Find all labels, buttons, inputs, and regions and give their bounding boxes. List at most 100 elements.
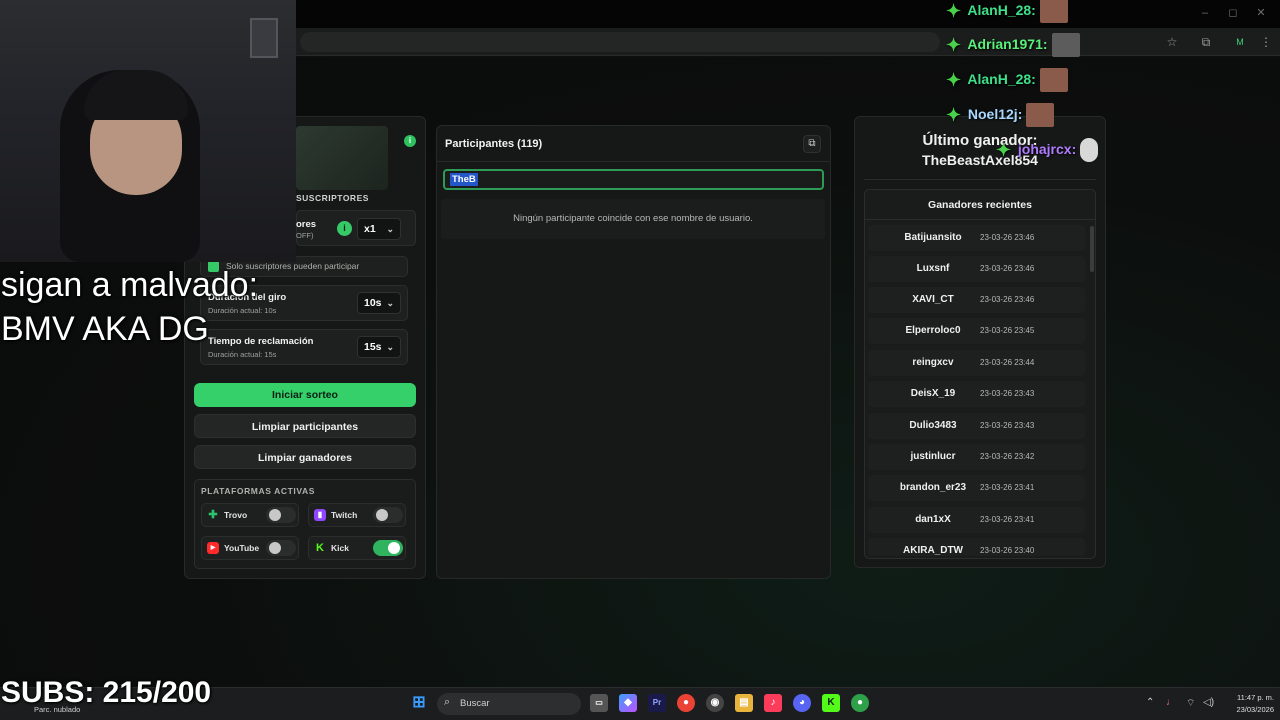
platform-trovo-toggle[interactable]	[266, 507, 296, 523]
divider	[436, 161, 831, 162]
winner-row: brandon_er23 23-03-26 23:41	[868, 475, 1085, 501]
browser-menu-icon[interactable]: ⋮	[1258, 34, 1274, 50]
winner-row: DeisX_19 23-03-26 23:43	[868, 381, 1085, 407]
windows-start-icon[interactable]: ⊞	[410, 694, 428, 712]
empty-results-message: Ningún participante coincide con ese nom…	[513, 213, 753, 224]
trovo-icon: ✚	[208, 509, 218, 521]
chevron-down-icon: ⌄	[386, 342, 394, 352]
multiplier-info-icon[interactable]: i	[337, 221, 352, 236]
wall-frame	[250, 18, 278, 58]
close-icon[interactable]: ✕	[1254, 6, 1268, 20]
extensions-icon[interactable]: ⧉	[1198, 34, 1214, 50]
volume-icon[interactable]: ◁)	[1203, 697, 1214, 708]
copy-icon[interactable]: ⧉	[803, 135, 821, 153]
platform-twitch-toggle[interactable]	[373, 507, 403, 523]
star-badge-icon: ✦	[946, 70, 962, 91]
streamer-hair	[84, 70, 188, 120]
recent-winners-title: Ganadores recientes	[928, 199, 1032, 211]
chrome-icon[interactable]: ●	[677, 694, 695, 712]
avatar-side-box	[390, 153, 416, 175]
microphone-icon[interactable]: ♩	[1166, 697, 1176, 708]
winner-row: reingxcv 23-03-26 23:44	[868, 350, 1085, 376]
platform-kick-label: Kick	[331, 543, 349, 553]
search-input-value: TheB	[450, 173, 478, 186]
taskbar-search-box[interactable]: ⌕ Buscar	[437, 693, 581, 715]
participants-title: Participantes (119)	[445, 138, 543, 150]
platform-twitch-label: Twitch	[331, 510, 358, 520]
winner-row: AKIRA_DTW 23-03-26 23:40	[868, 538, 1085, 556]
platforms-header: PLATAFORMAS ACTIVAS	[201, 486, 316, 496]
multiplier-subtitle: OFF)	[296, 231, 314, 240]
chevron-down-icon: ⌄	[386, 224, 394, 234]
star-badge-icon: ✦	[946, 1, 962, 22]
premiere-icon[interactable]: Pr	[648, 694, 666, 712]
kick-icon: K	[316, 542, 324, 554]
chevron-up-icon[interactable]: ⌃	[1146, 697, 1154, 708]
address-bar[interactable]	[300, 32, 940, 52]
divider	[865, 219, 1095, 220]
winner-row: Batijuansito 23-03-26 23:46	[868, 225, 1085, 251]
winner-row: Elperroloc0 23-03-26 23:45	[868, 318, 1085, 344]
chat-message: ✦ Adrian1971:	[946, 31, 1080, 58]
platform-youtube-toggle[interactable]	[266, 540, 296, 556]
multiplier-title: ores	[296, 219, 317, 230]
start-raffle-button[interactable]: Iniciar sorteo	[194, 383, 416, 407]
maximize-icon[interactable]: ◻	[1226, 6, 1240, 20]
chat-emote	[1039, 68, 1068, 93]
chat-message: ✦ AlanH_28:	[946, 0, 1068, 24]
taskbar-search-placeholder: Buscar	[460, 698, 490, 709]
winner-row: Dulio3483 23-03-26 23:43	[868, 413, 1085, 439]
copilot-icon[interactable]: ◆	[619, 694, 637, 712]
wifi-icon[interactable]: ⌔	[1186, 697, 1195, 710]
task-view-icon[interactable]: ▭	[590, 694, 608, 712]
browser-profile-icon[interactable]: ●	[851, 694, 869, 712]
subs-counter: SUBS: 215/200	[1, 676, 212, 709]
winner-row: dan1xX 23-03-26 23:41	[868, 507, 1085, 533]
obs-icon[interactable]: ◉	[706, 694, 724, 712]
webcam-feed	[0, 0, 296, 262]
winners-scrollbar[interactable]	[1090, 226, 1094, 272]
twitch-icon: ▮	[314, 509, 326, 521]
profile-avatar[interactable]: M	[1232, 34, 1248, 50]
star-badge-icon: ✦	[946, 35, 962, 56]
spin-duration-select[interactable]: 10s ⌄	[357, 292, 401, 314]
divider	[864, 179, 1096, 180]
platform-trovo-label: Trovo	[224, 510, 248, 520]
minimize-icon[interactable]: –	[1198, 6, 1212, 20]
youtube-icon: ▶	[207, 542, 219, 554]
chevron-down-icon: ⌄	[386, 298, 394, 308]
discord-icon[interactable]: ◕	[793, 694, 811, 712]
search-icon: ⌕	[444, 696, 451, 708]
promo-text-line2: BMV AKA DG	[1, 310, 209, 348]
chat-emote	[1051, 33, 1080, 58]
clear-participants-button[interactable]: Limpiar participantes	[194, 414, 416, 438]
platform-youtube-label: YouTube	[224, 543, 260, 553]
star-badge-icon: ✦	[996, 140, 1012, 161]
promo-text-line1: sigan a malvado:	[1, 266, 259, 304]
chat-emote	[1026, 103, 1055, 128]
spin-duration-subtitle: Duración actual: 10s	[208, 306, 277, 315]
streamer-avatar-image	[296, 126, 388, 190]
claim-time-title: Tiempo de reclamación	[208, 336, 314, 347]
chat-emote	[1080, 138, 1099, 163]
music-icon[interactable]: ♪	[764, 694, 782, 712]
subscribers-section-header: SUSCRIPTORES	[296, 193, 369, 203]
winner-row: Luxsnf 23-03-26 23:46	[868, 256, 1085, 282]
chat-message: ✦ Noel12j:	[946, 101, 1055, 128]
platform-kick-toggle[interactable]	[373, 540, 403, 556]
clock-date[interactable]: 23/03/2026	[1222, 705, 1274, 714]
multiplier-select[interactable]: x1 ⌄	[357, 218, 401, 240]
claim-time-select[interactable]: 15s ⌄	[357, 336, 401, 358]
participant-search-input[interactable]: TheB	[443, 169, 824, 190]
clear-winners-button[interactable]: Limpiar ganadores	[194, 445, 416, 469]
bookmark-star-icon[interactable]: ☆	[1164, 34, 1180, 50]
info-icon[interactable]: i	[404, 135, 416, 147]
clock-time[interactable]: 11:47 p. m.	[1222, 693, 1274, 702]
chat-emote	[1039, 0, 1068, 24]
kick-app-icon[interactable]: K	[822, 694, 840, 712]
chat-message: ✦ johajrcx:	[996, 136, 1099, 163]
star-badge-icon: ✦	[946, 105, 962, 126]
winner-row: justinlucr 23-03-26 23:42	[868, 444, 1085, 470]
file-explorer-icon[interactable]: ▤	[735, 694, 753, 712]
winner-row: XAVI_CT 23-03-26 23:46	[868, 287, 1085, 313]
